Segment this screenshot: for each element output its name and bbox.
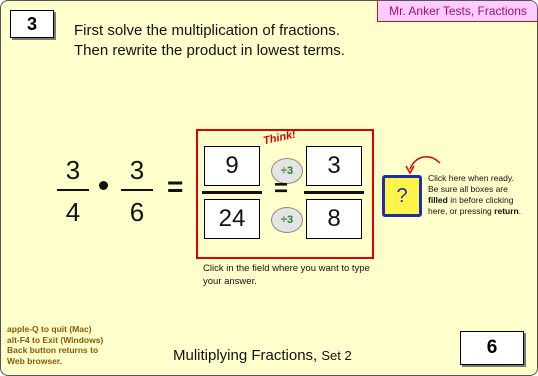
product-numerator-field[interactable]: 9 bbox=[204, 146, 260, 186]
submit-button[interactable]: ? bbox=[382, 175, 422, 217]
submit-hint-line4-end: . bbox=[518, 206, 522, 216]
test-window: Mr. Anker Tests, Fractions 3 First solve… bbox=[0, 0, 538, 376]
fraction2-bar bbox=[121, 189, 153, 191]
equals-sign: = bbox=[167, 171, 184, 202]
submit-hint-filled: filled bbox=[428, 195, 448, 205]
test-title-tag: Mr. Anker Tests, Fractions bbox=[377, 1, 537, 22]
reduced-numerator-field[interactable]: 3 bbox=[306, 146, 362, 186]
quit-line-windows: alt-F4 to Exit (Windows) bbox=[7, 334, 104, 345]
submit-hint-text: Click here when ready. Be sure all boxes… bbox=[428, 173, 536, 217]
fraction1-numerator: 3 bbox=[65, 155, 81, 185]
fraction1-denominator: 4 bbox=[65, 197, 81, 227]
reduced-denominator-field[interactable]: 8 bbox=[306, 199, 362, 239]
quit-instructions: apple-Q to quit (Mac) alt-F4 to Exit (Wi… bbox=[7, 324, 125, 366]
fraction1-bar bbox=[57, 189, 89, 191]
quit-line-browser: Web browser. bbox=[7, 355, 63, 366]
multiply-dot bbox=[99, 181, 108, 190]
submit-hint-line3: filled in before clicking bbox=[428, 195, 536, 206]
product-fraction-bar bbox=[202, 191, 262, 194]
fraction2-numerator: 3 bbox=[129, 155, 145, 185]
quit-line-mac: apple-Q to quit (Mac) bbox=[7, 324, 92, 334]
footer-set-label: Set 2 bbox=[321, 348, 352, 363]
quit-line-back: Back button returns to bbox=[7, 345, 99, 355]
answer-equals-sign: = bbox=[274, 175, 289, 202]
divide-hint-bottom-cloud: ÷3 bbox=[271, 207, 303, 233]
footer-title: Mulitiplying Fractions, Set 2 bbox=[173, 347, 352, 364]
score-box: 6 bbox=[460, 331, 524, 365]
submit-hint-line4: here, or pressing return. bbox=[428, 206, 536, 217]
submit-hint-return: return bbox=[494, 206, 519, 216]
submit-hint-line2: Be sure all boxes are bbox=[428, 184, 508, 194]
fraction2-denominator: 6 bbox=[129, 197, 145, 227]
product-denominator-field[interactable]: 24 bbox=[204, 199, 260, 239]
instructions-text: First solve the multiplication of fracti… bbox=[74, 22, 345, 59]
footer-title-main: Mulitiplying Fractions, bbox=[173, 347, 322, 364]
field-hint-text: Click in the field where you want to typ… bbox=[203, 263, 370, 287]
reduced-fraction-bar bbox=[304, 191, 364, 194]
submit-hint-line1: Click here when ready. bbox=[428, 173, 514, 183]
problem-number-box: 3 bbox=[10, 10, 54, 38]
submit-hint-line3-rest: in before clicking bbox=[447, 195, 514, 205]
submit-hint-line4-start: here, or pressing bbox=[428, 206, 495, 216]
